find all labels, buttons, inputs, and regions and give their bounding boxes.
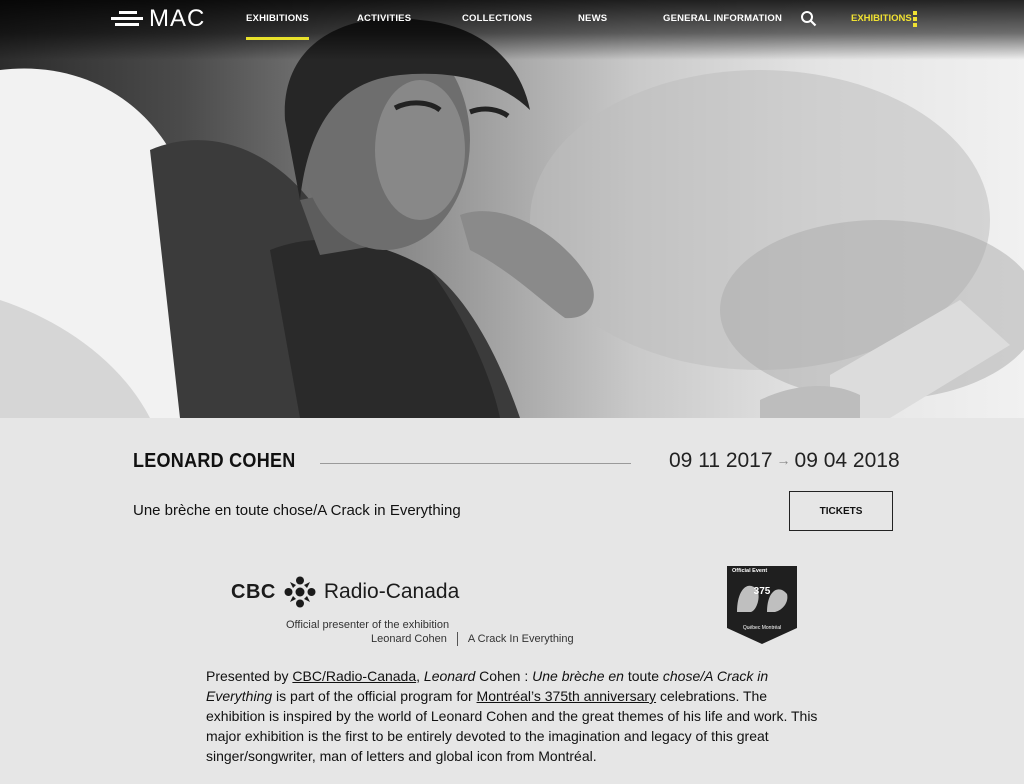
exhibition-title: LEONARD COHEN — [133, 450, 296, 472]
desc-italic-2: Une brèche en — [532, 668, 624, 684]
montreal-375-badge: Official Event 375 Québec Montréal — [727, 566, 797, 644]
separator — [456, 632, 458, 646]
end-date: 09 04 2018 — [794, 449, 900, 472]
logo-text: MAC — [149, 5, 206, 32]
logo-lines-icon — [111, 9, 143, 29]
desc-intro: Presented by — [206, 668, 293, 684]
nav-activities[interactable]: ACTIVITIES — [357, 13, 411, 24]
nav-general-information[interactable]: GENERAL INFORMATION — [663, 13, 782, 24]
mac-logo[interactable]: MAC — [111, 5, 206, 32]
badge-top-text: Official Event — [732, 568, 768, 574]
nav-collections[interactable]: COLLECTIONS — [462, 13, 532, 24]
desc-mid-1: Cohen : — [475, 668, 533, 684]
cbc-radio-canada-logo: CBC Radio-Canada — [231, 576, 459, 608]
official-title: A Crack In Everything — [467, 632, 574, 645]
badge-shape-icon — [727, 566, 797, 644]
tickets-button[interactable]: TICKETS — [789, 491, 893, 531]
montreal-375-link[interactable]: Montréal’s 375th anniversary — [477, 688, 657, 704]
official-presenter-text: Official presenter of the exhibition — [286, 619, 450, 631]
hero-image — [0, 0, 1024, 418]
badge-footer-text: Québec Montréal — [742, 625, 782, 631]
exhibition-dates: 09 11 2017 → 09 04 2018 — [669, 449, 900, 473]
official-artist: Leonard Cohen — [371, 632, 447, 645]
exhibition-description: Presented by CBC/Radio-Canada, Leonard C… — [206, 666, 826, 766]
title-divider — [320, 463, 631, 464]
official-presenter-details: Leonard Cohen A Crack In Everything — [371, 632, 574, 646]
radio-canada-name: Radio-Canada — [323, 580, 460, 603]
exhibitions-menu-label[interactable]: EXHIBITIONS — [851, 13, 912, 24]
desc-sep: , — [416, 668, 424, 684]
kebab-menu-icon[interactable] — [912, 11, 918, 27]
cbc-name: CBC — [231, 580, 276, 603]
desc-mid-2: toute — [623, 668, 663, 684]
desc-part-2: is part of the official program for — [272, 688, 477, 704]
desc-italic-1: Leonard — [423, 668, 476, 684]
nav-exhibitions[interactable]: EXHIBITIONS — [246, 13, 309, 40]
exhibition-subtitle: Une brèche en toute chose/A Crack in Eve… — [133, 502, 461, 519]
search-icon[interactable] — [800, 10, 817, 27]
start-date: 09 11 2017 — [669, 449, 773, 472]
cbc-gem-icon — [284, 576, 316, 608]
nav-news[interactable]: NEWS — [578, 13, 607, 24]
cbc-link[interactable]: CBC/Radio-Canada — [292, 668, 416, 684]
badge-number: 375 — [753, 586, 771, 597]
date-arrow-icon: → — [776, 452, 791, 468]
